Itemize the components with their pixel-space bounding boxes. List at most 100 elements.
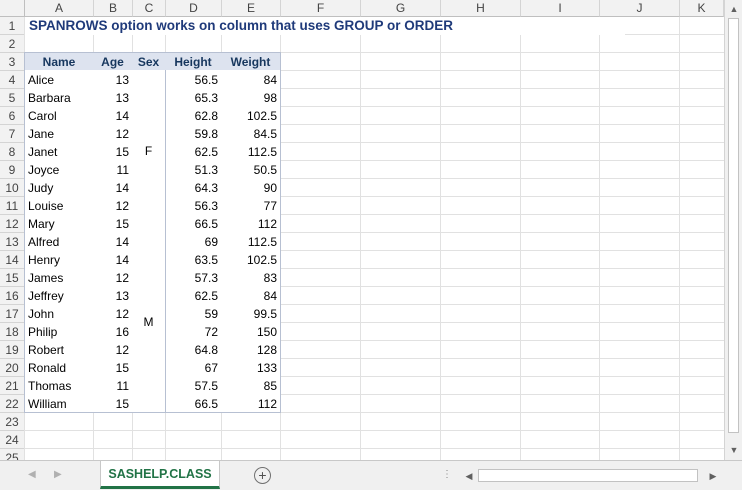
table-cell[interactable]: 56.5	[165, 70, 222, 89]
row-header[interactable]: 12	[0, 215, 25, 233]
sex-span-cell[interactable]: F	[132, 70, 166, 233]
table-cell[interactable]: 11	[93, 376, 133, 395]
select-all-corner[interactable]	[0, 0, 25, 17]
row-header[interactable]: 1	[0, 17, 25, 35]
table-cell[interactable]: Joyce	[24, 160, 94, 179]
horizontal-scrollbar[interactable]: ◀ ▶	[462, 469, 722, 483]
table-cell[interactable]: Jane	[24, 124, 94, 143]
column-header[interactable]: I	[521, 0, 600, 17]
table-cell[interactable]: 84.5	[221, 124, 281, 143]
row-header[interactable]: 13	[0, 233, 25, 251]
table-cell[interactable]: 12	[93, 196, 133, 215]
table-cell[interactable]: 150	[221, 322, 281, 341]
table-cell[interactable]: 112	[221, 214, 281, 233]
table-cell[interactable]: 12	[93, 304, 133, 323]
table-cell[interactable]: 13	[93, 70, 133, 89]
table-cell[interactable]: 14	[93, 106, 133, 125]
table-cell[interactable]: 69	[165, 232, 222, 251]
table-cell[interactable]: James	[24, 268, 94, 287]
table-cell[interactable]: 112	[221, 394, 281, 413]
table-cell[interactable]: 112.5	[221, 142, 281, 161]
table-cell[interactable]: 15	[93, 214, 133, 233]
scroll-right-arrow-icon[interactable]: ▶	[706, 468, 720, 484]
splitter-dots-icon[interactable]: ⋮	[442, 469, 452, 480]
row-header[interactable]: 20	[0, 359, 25, 377]
tab-scroll-left-icon[interactable]: ◀	[28, 469, 36, 480]
spreadsheet-grid[interactable]: A B C D E F G H I J K 1 2 3 4 5 6 7 8 9 10 11 12 13 14 15 16 17 18 19…	[0, 0, 724, 460]
table-cell[interactable]: Judy	[24, 178, 94, 197]
table-cell[interactable]: 11	[93, 160, 133, 179]
table-cell[interactable]: 57.5	[165, 376, 222, 395]
table-cell[interactable]: 99.5	[221, 304, 281, 323]
row-header[interactable]: 23	[0, 413, 25, 431]
table-cell[interactable]: 16	[93, 322, 133, 341]
table-cell[interactable]: 15	[93, 142, 133, 161]
row-header[interactable]: 11	[0, 197, 25, 215]
column-header[interactable]: G	[361, 0, 441, 17]
table-cell[interactable]: 62.5	[165, 142, 222, 161]
table-cell[interactable]: 65.3	[165, 88, 222, 107]
table-cell[interactable]: 102.5	[221, 250, 281, 269]
table-header-cell[interactable]: Sex	[132, 52, 166, 71]
table-cell[interactable]: Janet	[24, 142, 94, 161]
table-cell[interactable]: 59.8	[165, 124, 222, 143]
table-cell[interactable]: 15	[93, 358, 133, 377]
table-cell[interactable]: 59	[165, 304, 222, 323]
row-header[interactable]: 19	[0, 341, 25, 359]
row-header[interactable]: 2	[0, 35, 25, 53]
sheet-tab[interactable]: SASHELP.CLASS	[100, 461, 220, 489]
table-cell[interactable]: 128	[221, 340, 281, 359]
column-header[interactable]: J	[600, 0, 680, 17]
row-header[interactable]: 10	[0, 179, 25, 197]
table-cell[interactable]: 72	[165, 322, 222, 341]
row-header[interactable]: 24	[0, 431, 25, 449]
table-cell[interactable]: Louise	[24, 196, 94, 215]
table-cell[interactable]: 62.8	[165, 106, 222, 125]
table-cell[interactable]: 50.5	[221, 160, 281, 179]
column-header[interactable]: B	[94, 0, 133, 17]
table-cell[interactable]: 51.3	[165, 160, 222, 179]
table-cell[interactable]: 90	[221, 178, 281, 197]
table-cell[interactable]: 67	[165, 358, 222, 377]
table-cell[interactable]: Alice	[24, 70, 94, 89]
table-cell[interactable]: Carol	[24, 106, 94, 125]
row-header[interactable]: 8	[0, 143, 25, 161]
table-cell[interactable]: 14	[93, 250, 133, 269]
table-header-cell[interactable]: Name	[24, 52, 94, 71]
table-cell[interactable]: 57.3	[165, 268, 222, 287]
row-header[interactable]: 7	[0, 125, 25, 143]
table-cell[interactable]: 102.5	[221, 106, 281, 125]
table-cell[interactable]: 13	[93, 286, 133, 305]
title-cell[interactable]: SPANROWS option works on column that use…	[25, 17, 625, 35]
add-sheet-icon[interactable]: +	[254, 467, 271, 484]
table-cell[interactable]: 13	[93, 88, 133, 107]
table-header-cell[interactable]: Height	[165, 52, 222, 71]
table-cell[interactable]: 66.5	[165, 214, 222, 233]
table-cell[interactable]: 15	[93, 394, 133, 413]
row-header[interactable]: 5	[0, 89, 25, 107]
table-cell[interactable]: Ronald	[24, 358, 94, 377]
scroll-down-arrow-icon[interactable]: ▼	[726, 442, 742, 458]
table-cell[interactable]: 85	[221, 376, 281, 395]
table-cell[interactable]: Thomas	[24, 376, 94, 395]
row-header[interactable]: 21	[0, 377, 25, 395]
table-cell[interactable]: 56.3	[165, 196, 222, 215]
row-header[interactable]: 17	[0, 305, 25, 323]
table-cell[interactable]: 14	[93, 178, 133, 197]
table-cell[interactable]: Robert	[24, 340, 94, 359]
row-header[interactable]: 22	[0, 395, 25, 413]
scroll-up-arrow-icon[interactable]: ▲	[726, 1, 742, 17]
column-header[interactable]: H	[441, 0, 521, 17]
column-header[interactable]: F	[281, 0, 361, 17]
row-header[interactable]: 14	[0, 251, 25, 269]
scroll-left-arrow-icon[interactable]: ◀	[462, 468, 476, 484]
table-cell[interactable]: 64.3	[165, 178, 222, 197]
row-header[interactable]: 6	[0, 107, 25, 125]
row-header[interactable]: 15	[0, 269, 25, 287]
table-cell[interactable]: 12	[93, 124, 133, 143]
table-cell[interactable]: Henry	[24, 250, 94, 269]
horizontal-scroll-thumb[interactable]	[478, 469, 698, 482]
table-cell[interactable]: 112.5	[221, 232, 281, 251]
table-cell[interactable]: William	[24, 394, 94, 413]
table-header-cell[interactable]: Weight	[221, 52, 281, 71]
